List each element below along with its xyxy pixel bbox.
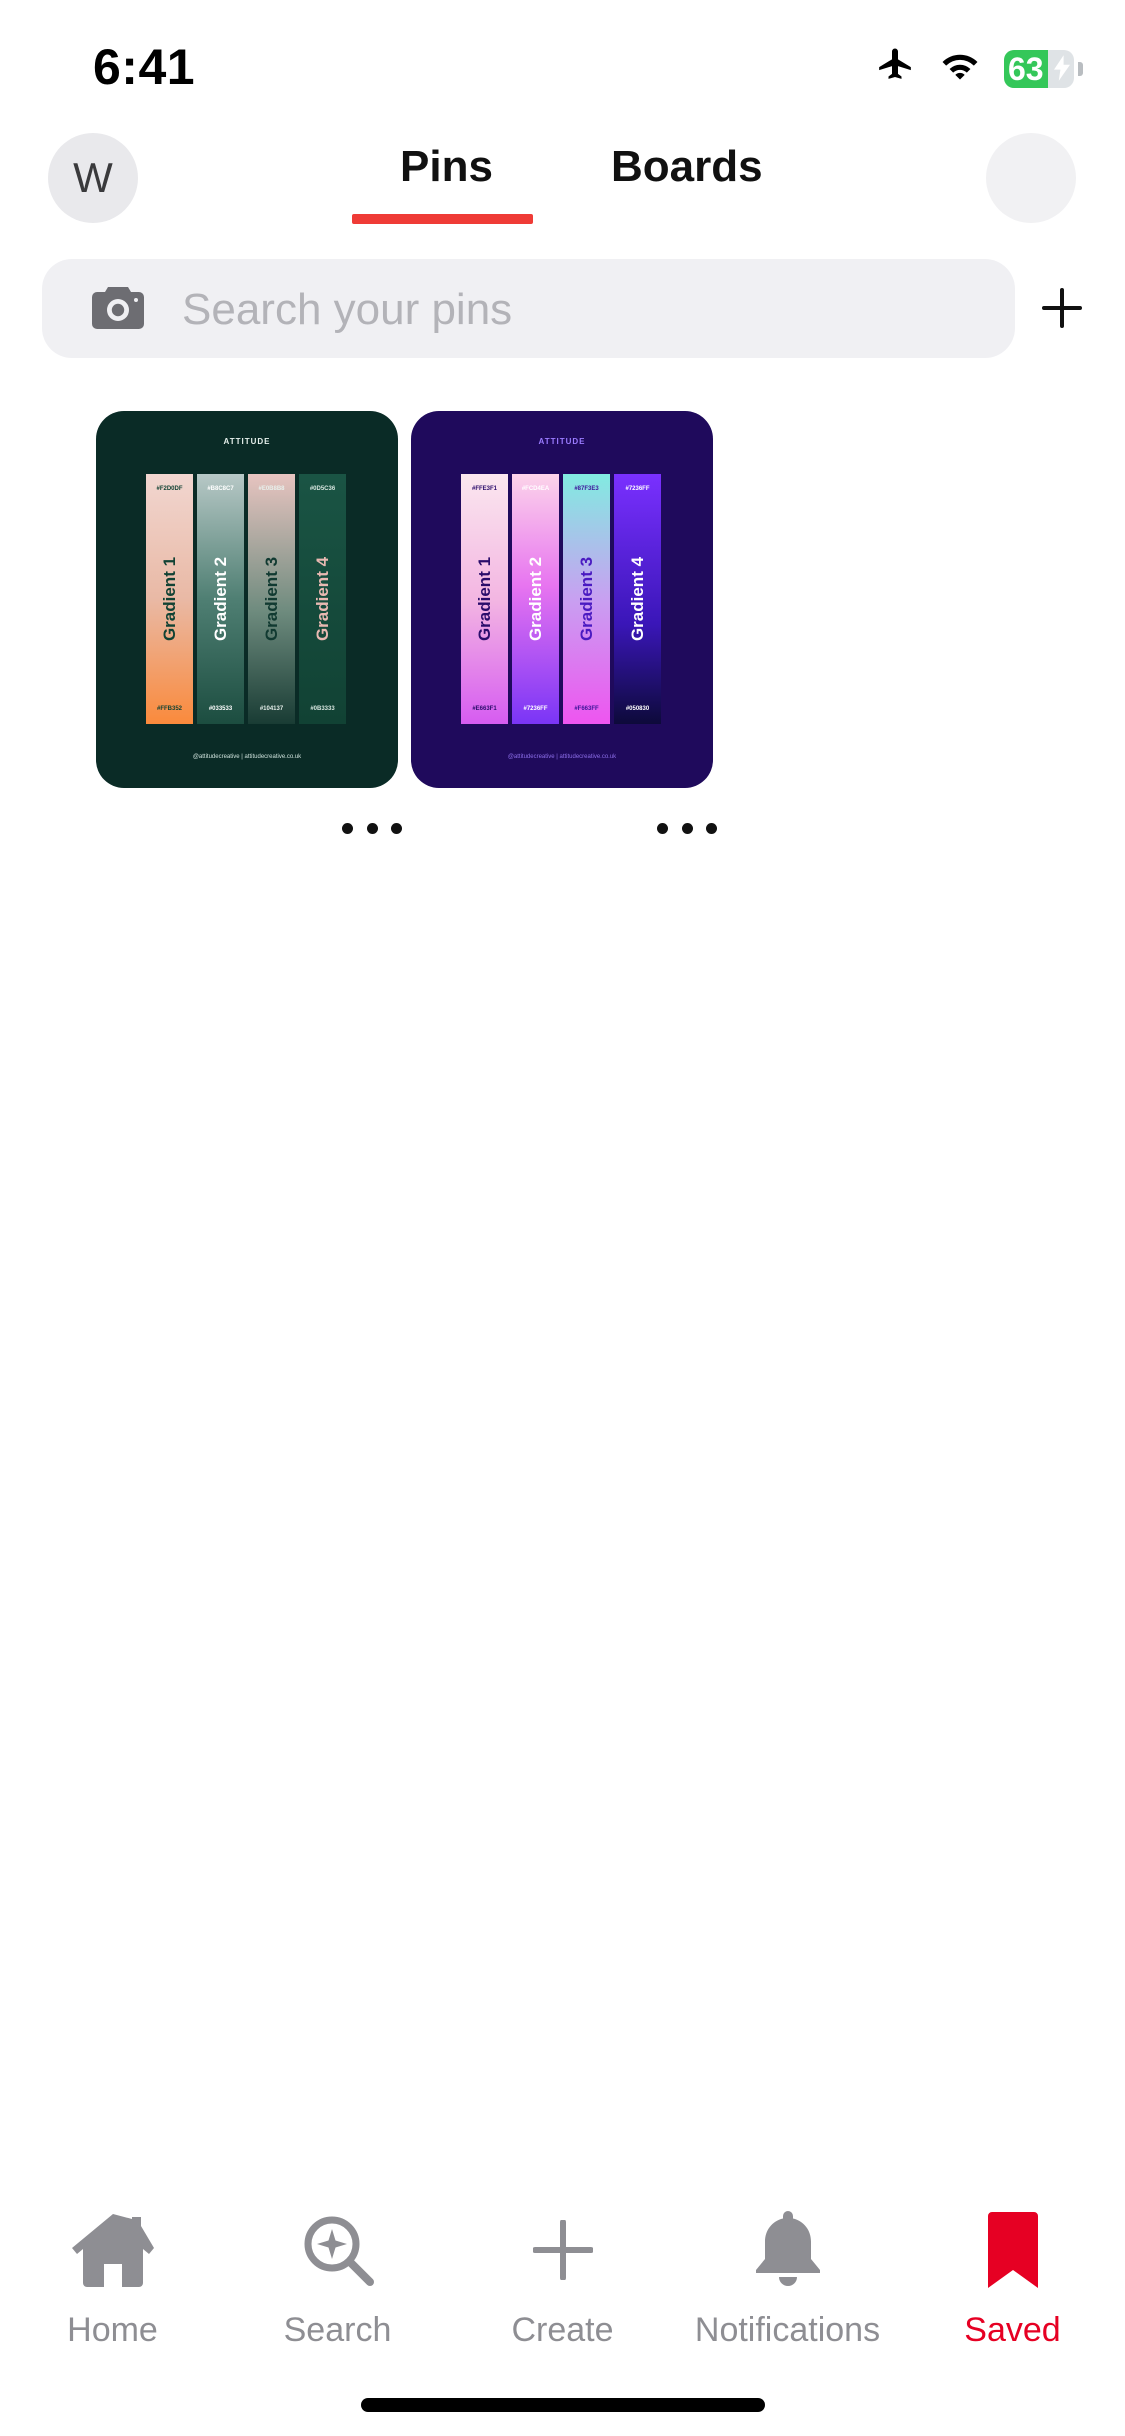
nav-label: Notifications xyxy=(694,2311,881,2349)
nav-saved[interactable]: Saved xyxy=(900,2205,1125,2350)
search-input[interactable] xyxy=(180,281,964,339)
gradient-strip: #7236FF Gradient 4 #050830 xyxy=(614,474,661,724)
home-indicator[interactable] xyxy=(361,2398,765,2412)
strip-bottom-code: #E663F1 xyxy=(472,706,497,712)
strip-label: Gradient 1 xyxy=(474,556,494,642)
strip-label: Gradient 3 xyxy=(576,556,596,642)
charging-bolt-icon xyxy=(1054,54,1070,86)
dot xyxy=(657,822,668,834)
nav-home[interactable]: Home xyxy=(0,2205,225,2350)
nav-notifications[interactable]: Notifications xyxy=(675,2205,900,2350)
strip-top-code: #7236FF xyxy=(625,486,650,492)
strip-label: Gradient 3 xyxy=(261,556,281,642)
bookmark-icon xyxy=(987,2205,1038,2295)
strip-bottom-code: #7236FF xyxy=(523,706,548,712)
gradient-strip: #87F3E3 Gradient 3 #F663FF xyxy=(563,474,610,724)
strip-bottom-code: #050830 xyxy=(625,706,650,712)
dot xyxy=(391,822,402,834)
add-button[interactable] xyxy=(1040,286,1084,330)
dot xyxy=(681,822,693,834)
nav-label: Saved xyxy=(964,2311,1061,2349)
dot xyxy=(342,822,353,834)
gradient-strips: #F2D0DF Gradient 1 #FFB352 #B8C8C7 Gradi… xyxy=(146,474,346,724)
strip-label: Gradient 1 xyxy=(159,556,179,642)
strip-label: Gradient 2 xyxy=(525,556,545,642)
strip-top-code: #F2D0DF xyxy=(156,486,183,492)
pin-more-options-button[interactable] xyxy=(657,818,717,838)
nav-label: Search xyxy=(283,2311,392,2349)
pin-card[interactable]: ATTITUDE #F2D0DF Gradient 1 #FFB352 #B8C… xyxy=(96,411,398,788)
strip-top-code: #87F3E3 xyxy=(574,486,599,492)
airplane-icon xyxy=(874,46,916,91)
battery-nub xyxy=(1078,61,1083,76)
tab-boards[interactable]: Boards xyxy=(611,142,763,192)
nav-create[interactable]: Create xyxy=(450,2205,675,2350)
battery-level: 63 xyxy=(1008,50,1044,87)
profile-avatar[interactable]: W xyxy=(48,133,138,223)
wifi-icon xyxy=(938,48,982,89)
dot xyxy=(706,822,717,834)
strip-top-code: #0D5C36 xyxy=(309,486,336,492)
search-bar[interactable] xyxy=(42,259,1015,358)
strip-bottom-code: #0B3333 xyxy=(310,706,335,712)
gradient-strip: #F2D0DF Gradient 1 #FFB352 xyxy=(146,474,193,724)
plus-icon xyxy=(532,2205,593,2295)
strip-label: Gradient 2 xyxy=(210,556,230,642)
nav-search[interactable]: Search xyxy=(225,2205,450,2350)
gradient-strip: #FFE3F1 Gradient 1 #E663F1 xyxy=(461,474,508,724)
status-time: 6:41 xyxy=(93,39,196,95)
strip-bottom-code: #104137 xyxy=(259,706,284,712)
avatar-initial: W xyxy=(73,154,113,201)
battery-charging-icon: 63 xyxy=(1004,49,1074,88)
gradient-strip: #B8C8C7 Gradient 2 #033533 xyxy=(197,474,244,724)
strip-bottom-code: #FFB352 xyxy=(156,706,182,712)
nav-label: Home xyxy=(67,2311,158,2349)
status-icons: 63 xyxy=(874,46,1083,91)
bell-icon xyxy=(753,2205,823,2295)
profile-placeholder-button[interactable] xyxy=(986,133,1076,223)
strip-bottom-code: #F663FF xyxy=(574,706,599,712)
pin-footer: @attitudecreative | attitudecreative.co.… xyxy=(192,754,302,760)
gradient-strip: #0D5C36 Gradient 4 #0B3333 xyxy=(299,474,346,724)
strip-label: Gradient 4 xyxy=(312,556,332,642)
search-sparkle-icon xyxy=(300,2205,376,2295)
strip-top-code: #FCD4EA xyxy=(521,486,550,492)
pin-card[interactable]: ATTITUDE #FFE3F1 Gradient 1 #E663F1 #FCD… xyxy=(411,411,713,788)
gradient-strips: #FFE3F1 Gradient 1 #E663F1 #FCD4EA Gradi… xyxy=(461,474,661,724)
active-tab-indicator xyxy=(352,214,533,224)
strip-top-code: #B8C8C7 xyxy=(207,486,234,492)
strip-top-code: #E0B8B8 xyxy=(258,486,285,492)
dot xyxy=(366,822,378,834)
pin-more-options-button[interactable] xyxy=(342,818,402,838)
strip-top-code: #FFE3F1 xyxy=(471,486,497,492)
strip-bottom-code: #033533 xyxy=(208,706,233,712)
pin-brand: ATTITUDE xyxy=(223,437,271,446)
camera-icon[interactable] xyxy=(92,287,144,334)
home-icon xyxy=(70,2205,156,2295)
bottom-nav: Home Search Create Notifications Saved xyxy=(0,2185,1125,2349)
nav-label: Create xyxy=(511,2311,614,2349)
saved-pins-screen: 6:41 63 W Pins Boards ATTITUDE xyxy=(0,0,1125,2436)
gradient-strip: #FCD4EA Gradient 2 #7236FF xyxy=(512,474,559,724)
gradient-strip: #E0B8B8 Gradient 3 #104137 xyxy=(248,474,295,724)
pin-brand: ATTITUDE xyxy=(538,437,586,446)
strip-label: Gradient 4 xyxy=(627,556,647,642)
pin-footer: @attitudecreative | attitudecreative.co.… xyxy=(507,754,617,760)
tab-pins[interactable]: Pins xyxy=(400,142,493,192)
